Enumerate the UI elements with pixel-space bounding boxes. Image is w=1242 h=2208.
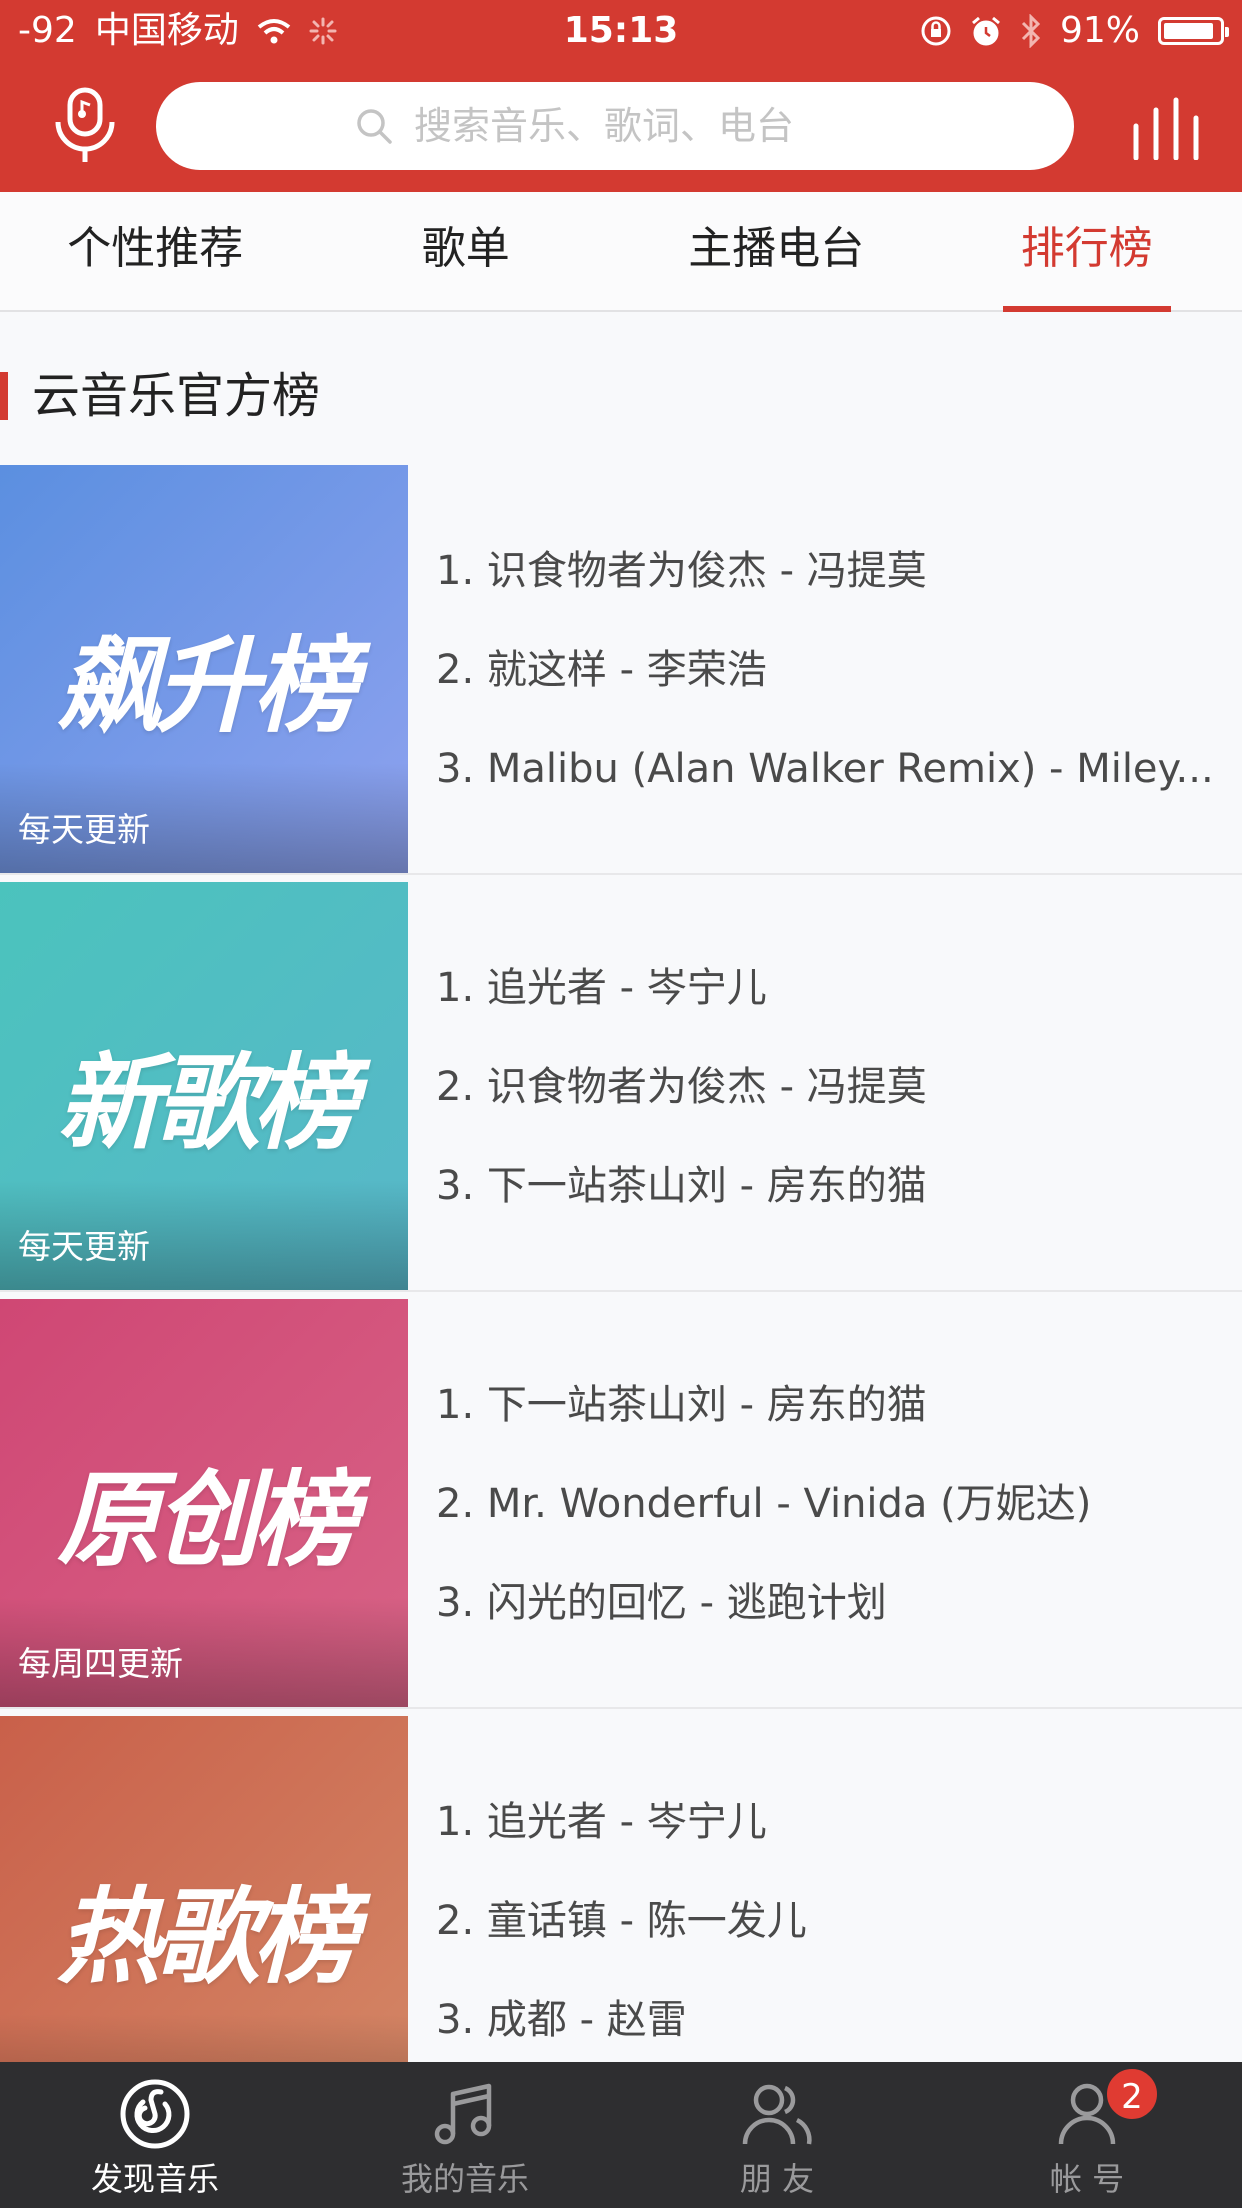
chart-cover-title: 飙升榜 <box>56 625 357 747</box>
nav-friends[interactable]: 朋 友 <box>622 2062 932 2208</box>
chart-song: 3. Malibu (Alan Walker Remix) - Miley... <box>436 746 1214 792</box>
section-title: 云音乐官方榜 <box>0 364 320 428</box>
bottom-navigation: 发现音乐 我的音乐 朋 友 2 帐 号 <box>0 2062 1242 2208</box>
chart-song: 1. 追光者 - 岑宁儿 <box>436 965 767 1011</box>
battery-percent: 91% <box>1059 10 1140 51</box>
chart-update-frequency: 每天更新 <box>18 810 150 849</box>
microphone-icon[interactable] <box>50 86 120 166</box>
chart-cover-title: 热歌榜 <box>56 1876 357 1998</box>
chart-cover[interactable]: 原创榜 每周四更新 <box>0 1299 408 1707</box>
chart-song-list: 1. 追光者 - 岑宁儿 2. 识食物者为俊杰 - 冯提莫 3. 下一站茶山刘 … <box>436 958 1216 1255</box>
nav-account[interactable]: 2 帐 号 <box>932 2062 1242 2208</box>
chart-cover[interactable]: 飙升榜 每天更新 <box>0 465 408 873</box>
chart-row-soaring[interactable]: 飙升榜 每天更新 1. 识食物者为俊杰 - 冯提莫 2. 就这样 - 李荣浩 3… <box>0 465 1242 875</box>
chart-song-list: 1. 下一站茶山刘 - 房东的猫 2. Mr. Wonderful - Vini… <box>436 1375 1216 1672</box>
top-header: -92 中国移动 15:13 91% 搜索音乐、歌词、电台 <box>0 0 1242 192</box>
chart-song: 3. 下一站茶山刘 - 房东的猫 <box>436 1163 927 1209</box>
chart-song: 2. 就这样 - 李荣浩 <box>436 647 767 693</box>
bluetooth-icon <box>1021 14 1041 48</box>
search-icon <box>357 109 392 144</box>
chart-song: 1. 识食物者为俊杰 - 冯提莫 <box>436 548 927 594</box>
nav-my-music[interactable]: 我的音乐 <box>310 2062 620 2208</box>
rotation-lock-icon <box>921 16 951 46</box>
chart-cover-title: 原创榜 <box>56 1459 357 1581</box>
tab-recommend[interactable]: 个性推荐 <box>0 192 311 310</box>
nav-label: 发现音乐 <box>90 2160 219 2198</box>
nav-label: 我的音乐 <box>400 2160 529 2198</box>
chart-row-new-songs[interactable]: 新歌榜 每天更新 1. 追光者 - 岑宁儿 2. 识食物者为俊杰 - 冯提莫 3… <box>0 882 1242 1292</box>
tab-radio[interactable]: 主播电台 <box>621 192 932 310</box>
music-note-icon <box>434 2083 492 2145</box>
now-playing-icon[interactable] <box>1130 96 1202 160</box>
chart-cover[interactable]: 新歌榜 每天更新 <box>0 882 408 1290</box>
nav-label: 帐 号 <box>1049 2160 1125 2198</box>
chart-update-frequency: 每周四更新 <box>18 1644 183 1683</box>
status-bar: -92 中国移动 15:13 91% <box>0 0 1242 62</box>
alarm-icon <box>972 16 1000 46</box>
nav-discover-music[interactable]: 发现音乐 <box>0 2062 310 2208</box>
search-input[interactable] <box>412 103 876 149</box>
notification-badge: 2 <box>1104 2066 1160 2122</box>
tab-charts[interactable]: 排行榜 <box>932 192 1242 312</box>
chart-cover-title: 新歌榜 <box>56 1042 357 1164</box>
netease-music-icon <box>120 2079 190 2149</box>
tab-playlists[interactable]: 歌单 <box>311 192 622 310</box>
chart-song: 2. 识食物者为俊杰 - 冯提莫 <box>436 1064 927 1110</box>
chart-song: 2. Mr. Wonderful - Vinida (万妮达) <box>436 1481 1092 1527</box>
chart-song: 3. 闪光的回忆 - 逃跑计划 <box>436 1580 887 1626</box>
chart-song-list: 1. 识食物者为俊杰 - 冯提莫 2. 就这样 - 李荣浩 3. Malibu … <box>436 541 1216 838</box>
battery-icon <box>1158 17 1229 45</box>
chart-row-original[interactable]: 原创榜 每周四更新 1. 下一站茶山刘 - 房东的猫 2. Mr. Wonder… <box>0 1299 1242 1709</box>
chart-update-frequency: 每天更新 <box>18 1227 150 1266</box>
nav-label: 朋 友 <box>739 2160 815 2198</box>
chart-song-list: 1. 追光者 - 岑宁儿 2. 童话镇 - 陈一发儿 3. 成都 - 赵雷 <box>436 1792 1216 2089</box>
chart-song: 2. 童话镇 - 陈一发儿 <box>436 1898 807 1944</box>
friends-icon <box>742 2084 812 2145</box>
search-bar[interactable] <box>156 82 1074 170</box>
chart-song: 1. 追光者 - 岑宁儿 <box>436 1799 767 1845</box>
chart-song: 1. 下一站茶山刘 - 房东的猫 <box>436 1382 927 1428</box>
tab-bar: 个性推荐 歌单 主播电台 排行榜 <box>0 192 1242 312</box>
